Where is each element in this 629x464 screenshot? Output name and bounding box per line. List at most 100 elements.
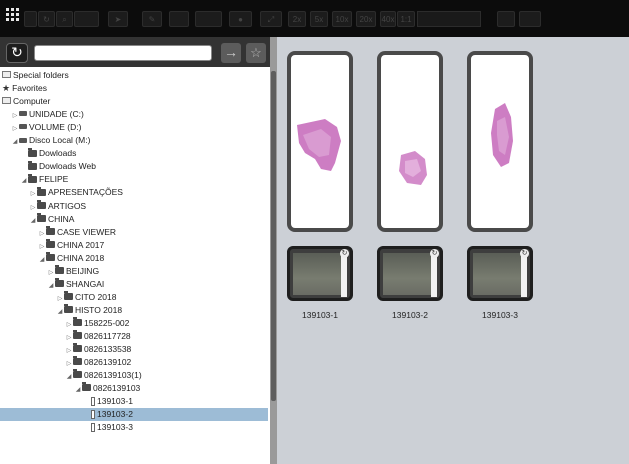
rotate-icon[interactable]: ↻: [430, 249, 439, 258]
tree-item[interactable]: ★ Favorites: [0, 82, 268, 95]
slide-preview[interactable]: [287, 51, 353, 232]
tree-item[interactable]: Dowloads: [0, 147, 268, 160]
tree-item-label: 139103-3: [97, 422, 133, 433]
folder-icon: [46, 251, 55, 261]
tree-item-label: FELIPE: [39, 174, 69, 185]
tree-item[interactable]: ▷ 0826117728: [0, 330, 268, 343]
tree-item-label: Disco Local (M:): [29, 135, 91, 146]
pointer-icon[interactable]: ➤: [108, 11, 128, 27]
tree-item-label: 139103-2: [97, 409, 133, 420]
tree-item-label: 0826139103(1): [84, 370, 142, 381]
slide-preview[interactable]: [467, 51, 533, 232]
tree-item[interactable]: ▷ BEIJING: [0, 265, 268, 278]
zoom-5x-button[interactable]: 5x: [310, 11, 328, 27]
tree-item[interactable]: ▷ 0826139102: [0, 356, 268, 369]
tree-item[interactable]: ◢ 0826139103: [0, 382, 268, 395]
measure-icon[interactable]: [169, 11, 189, 27]
tree-item[interactable]: 139103-1: [0, 395, 268, 408]
go-arrow-icon[interactable]: →: [221, 43, 241, 63]
toolbar-button-extra[interactable]: [497, 11, 515, 27]
folder-icon: [55, 278, 64, 288]
tree-item-label: Favorites: [12, 83, 48, 94]
folder-icon: [73, 330, 82, 340]
folder-icon: [64, 291, 73, 301]
tree-item[interactable]: ◢ CHINA 2018: [0, 251, 268, 265]
toolbar-button-1[interactable]: [24, 11, 37, 27]
slide-file-icon: [91, 396, 95, 406]
fullscreen-icon[interactable]: ⤢: [260, 11, 282, 27]
tree-item[interactable]: ▷ UNIDADE (C:): [0, 108, 268, 121]
slide-label: 139103-2: [392, 310, 428, 320]
tree-item[interactable]: ▷ 0826133538: [0, 343, 268, 356]
slide-label-thumbnail[interactable]: ↻: [287, 246, 353, 301]
tree-item-label: UNIDADE (C:): [29, 109, 84, 120]
tree-item-label: 0826133538: [84, 344, 132, 355]
tree-item[interactable]: ◢ CHINA: [0, 212, 268, 226]
folder-icon: [28, 173, 37, 183]
tissue-image: [297, 119, 341, 171]
folder-icon: [82, 382, 91, 392]
slide-label-thumbnail[interactable]: ↻: [467, 246, 533, 301]
drive-icon: [19, 137, 27, 143]
tree-item[interactable]: 139103-3: [0, 421, 268, 434]
tree-scrollbar[interactable]: [270, 37, 277, 464]
slide-label: 139103-1: [302, 310, 338, 320]
tree-item-label: ARTIGOS: [48, 200, 87, 211]
favorite-star-icon[interactable]: ☆: [246, 43, 266, 63]
tree-item-label: APRESENTAÇÕES: [48, 187, 123, 198]
annotation-icon[interactable]: [195, 11, 222, 27]
special-folder-icon: [2, 71, 11, 79]
tree-item-label: Computer: [13, 96, 51, 107]
tissue-image: [491, 103, 513, 167]
tree-item-label: Dowloads Web: [39, 161, 97, 172]
slide-label-thumbnail[interactable]: ↻: [377, 246, 443, 301]
folder-icon: [37, 186, 46, 196]
label-image: [383, 253, 431, 295]
slide-preview[interactable]: [377, 51, 443, 232]
zoom-1to1-button[interactable]: 1:1: [397, 11, 415, 27]
tree-item[interactable]: ▷ CASE VIEWER: [0, 225, 268, 239]
grid-menu-icon[interactable]: [6, 8, 20, 22]
tree-item[interactable]: ▷ APRESENTAÇÕES: [0, 186, 268, 199]
rotate-icon[interactable]: ↻: [340, 249, 349, 258]
thumb-bar: [431, 253, 437, 297]
tree-item-label: CASE VIEWER: [57, 226, 117, 237]
tree-item[interactable]: ◢ FELIPE: [0, 173, 268, 186]
tree-item[interactable]: ◢ Disco Local (M:): [0, 134, 268, 147]
rotate-icon[interactable]: ↻: [520, 249, 529, 258]
tree-item[interactable]: ◢ 0826139103(1): [0, 369, 268, 382]
tree-item[interactable]: ▷ CITO 2018: [0, 291, 268, 304]
rotate-icon[interactable]: ↻: [38, 11, 55, 27]
tree-item[interactable]: ◢ HISTO 2018: [0, 304, 268, 317]
zoom-icon[interactable]: ⌕: [56, 11, 73, 27]
tree-item-label: CITO 2018: [75, 291, 117, 302]
zoom-10x-button[interactable]: 10x: [332, 11, 352, 27]
tree-item[interactable]: ◢ SHANGAI: [0, 278, 268, 291]
zoom-20x-button[interactable]: 20x: [356, 11, 376, 27]
tree-item[interactable]: Dowloads Web: [0, 160, 268, 173]
zoom-2x-button[interactable]: 2x: [288, 11, 306, 27]
tree-item[interactable]: Computer: [0, 95, 268, 108]
pen-icon[interactable]: ✎: [142, 11, 162, 27]
folder-icon: [37, 212, 46, 222]
settings-icon[interactable]: [519, 11, 541, 27]
path-input[interactable]: [34, 45, 212, 61]
folder-icon: [55, 265, 64, 274]
refresh-icon[interactable]: ↻: [6, 43, 28, 63]
toolbar-button-4[interactable]: [74, 11, 99, 27]
tree-item[interactable]: ▷ CHINA 2017: [0, 238, 268, 252]
scrollbar-thumb[interactable]: [271, 71, 276, 401]
zoom-input[interactable]: [417, 11, 481, 27]
folder-icon: [37, 199, 46, 209]
tree-item-label: BEIJING: [66, 265, 100, 276]
tree-item[interactable]: ▷ ARTIGOS: [0, 199, 268, 213]
slide-file-icon: [91, 422, 95, 432]
tree-item[interactable]: Special folders: [0, 69, 268, 82]
tree-item-label: 0826139103: [93, 383, 141, 394]
folder-icon: [73, 356, 82, 366]
tree-item[interactable]: ▷ 158225-002: [0, 317, 268, 330]
tree-item[interactable]: 139103-2: [0, 408, 268, 422]
camera-icon[interactable]: ●: [229, 11, 252, 27]
zoom-40x-button[interactable]: 40x: [380, 11, 396, 27]
tree-item[interactable]: ▷ VOLUME (D:): [0, 121, 268, 134]
